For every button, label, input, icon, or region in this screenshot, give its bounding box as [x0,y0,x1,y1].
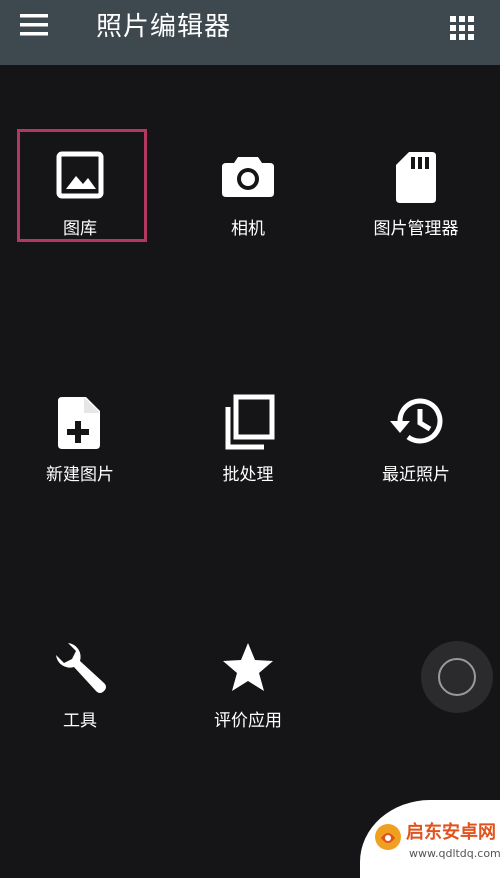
tile-image-manager-label: 图片管理器 [373,219,459,239]
camera-icon [218,145,278,205]
hamburger-menu-icon[interactable] [14,12,54,42]
tile-camera-label: 相机 [231,219,265,239]
tile-new-image-label: 新建图片 [46,465,114,485]
app-title: 照片编辑器 [96,12,232,42]
new-file-icon [50,391,110,451]
tile-recent-photos-label: 最近照片 [382,465,450,485]
tile-camera[interactable]: 相机 [182,141,314,253]
tile-tools-label: 工具 [63,711,97,731]
watermark-badge: 启东安卓网 www.qdltdq.com [360,800,500,878]
watermark-logo-icon [373,822,403,852]
floating-action-button[interactable] [421,641,493,713]
tile-gallery-label: 图库 [63,219,97,239]
tile-batch[interactable]: 批处理 [182,387,314,499]
image-icon [50,145,110,205]
top-app-bar: 照片编辑器 [0,0,500,65]
watermark-url: www.qdltdq.com [409,847,500,860]
tile-gallery[interactable]: 图库 [14,141,146,253]
sd-card-icon [386,145,446,205]
circle-icon [438,658,476,696]
wrench-icon [50,637,110,697]
history-icon [386,391,446,451]
tile-recent-photos[interactable]: 最近照片 [350,387,482,499]
apps-grid-icon[interactable] [446,12,478,44]
batch-copy-icon [218,391,278,451]
watermark-name: 启东安卓网 [406,822,496,843]
tile-new-image[interactable]: 新建图片 [14,387,146,499]
tile-image-manager[interactable]: 图片管理器 [350,141,482,253]
tile-rate-app-label: 评价应用 [214,711,282,731]
star-icon [218,637,278,697]
tile-rate-app[interactable]: 评价应用 [182,633,314,745]
tile-batch-label: 批处理 [222,465,274,485]
tile-tools[interactable]: 工具 [14,633,146,745]
app-screen: 照片编辑器 图库 相机 图片管理器 新建图片 批处理 最近照片 工具 评价应用 … [0,0,500,878]
